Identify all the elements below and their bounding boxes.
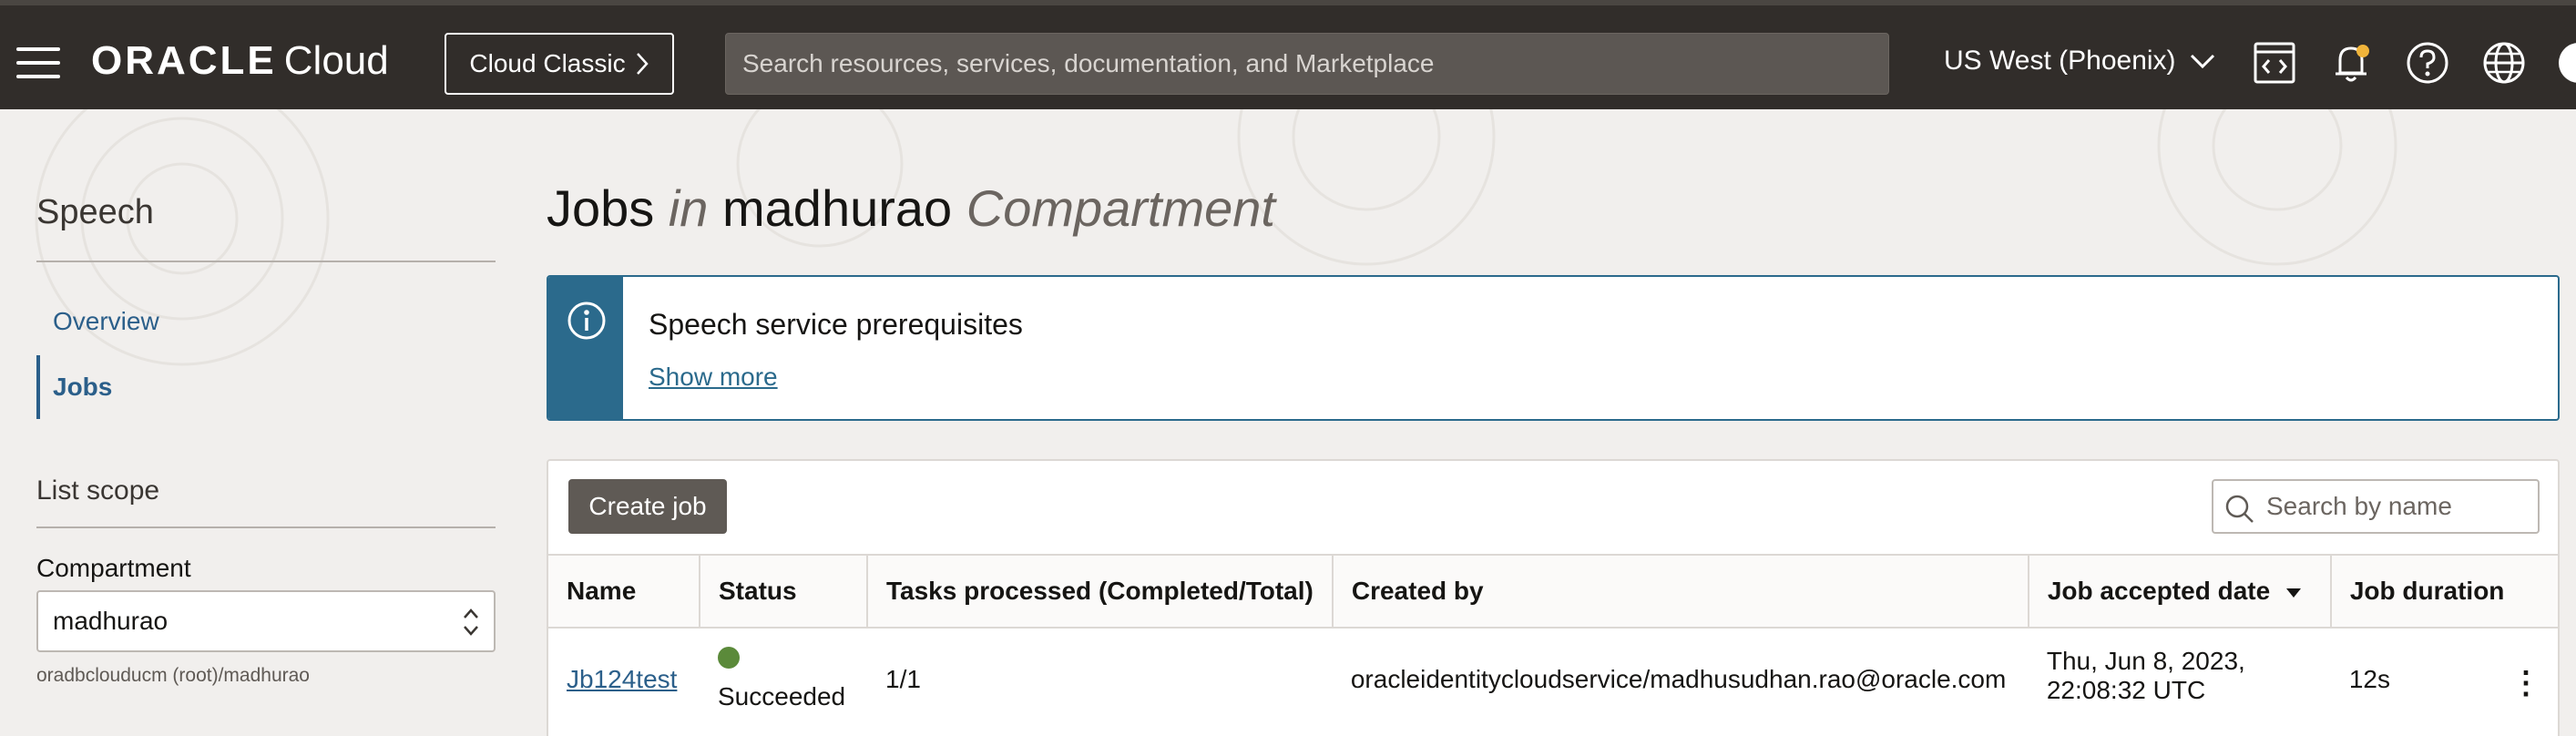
table-header-row: Name Status Tasks processed (Completed/T… bbox=[548, 554, 2558, 629]
profile-avatar-icon[interactable] bbox=[2556, 40, 2576, 86]
job-tasks: 1/1 bbox=[885, 665, 921, 693]
compartment-path: oradbclouducm (root)/madhurao bbox=[36, 665, 310, 686]
compartment-select[interactable]: madhurao bbox=[36, 590, 496, 652]
sidebar-divider bbox=[36, 261, 496, 262]
job-name-link[interactable]: Jb124test bbox=[567, 647, 677, 694]
column-header-duration[interactable]: Job duration bbox=[2330, 554, 2558, 629]
column-header-status[interactable]: Status bbox=[700, 554, 868, 629]
list-scope-divider bbox=[36, 526, 496, 528]
region-label: US West (Phoenix) bbox=[1944, 46, 2176, 76]
logo-brand: ORACLE bbox=[91, 38, 277, 83]
sort-descending-icon bbox=[2285, 588, 2301, 598]
cloud-classic-button[interactable]: Cloud Classic bbox=[445, 33, 674, 95]
jobs-table: Name Status Tasks processed (Completed/T… bbox=[548, 554, 2558, 730]
table-row: Jb124test Succeeded 1/1 oracleidentitycl… bbox=[548, 628, 2558, 730]
cloud-classic-label: Cloud Classic bbox=[469, 49, 626, 77]
column-header-accepted-date-label: Job accepted date bbox=[2047, 577, 2271, 605]
column-header-created-by[interactable]: Created by bbox=[1332, 554, 2029, 629]
language-globe-icon[interactable] bbox=[2481, 40, 2527, 86]
column-header-name[interactable]: Name bbox=[548, 554, 700, 629]
help-icon[interactable] bbox=[2405, 40, 2450, 86]
create-job-button[interactable]: Create job bbox=[568, 479, 727, 534]
job-accepted-date-line1: Thu, Jun 8, 2023, bbox=[2046, 647, 2245, 675]
chevron-down-icon bbox=[2190, 54, 2214, 69]
global-search-input[interactable]: Search resources, services, documentatio… bbox=[725, 33, 1889, 95]
prerequisites-info-banner: Speech service prerequisites Show more bbox=[547, 275, 2560, 421]
sidebar-item-label: Overview bbox=[53, 307, 159, 335]
menu-icon[interactable] bbox=[16, 47, 60, 78]
compartment-label: Compartment bbox=[36, 554, 191, 582]
column-header-accepted-date[interactable]: Job accepted date bbox=[2028, 554, 2332, 629]
page-title-in: in bbox=[668, 179, 709, 237]
job-status: Succeeded bbox=[718, 682, 846, 710]
sidebar-title: Speech bbox=[36, 193, 154, 231]
search-by-name-input[interactable]: Search by name bbox=[2212, 479, 2540, 534]
list-scope-heading: List scope bbox=[36, 475, 160, 506]
select-arrows-icon bbox=[464, 608, 478, 636]
jobs-table-panel: Create job Search by name Name Status Ta… bbox=[547, 459, 2560, 736]
status-succeeded-icon bbox=[718, 647, 740, 669]
job-accepted-date-line2: 22:08:32 UTC bbox=[2046, 676, 2206, 704]
info-banner-strip bbox=[548, 277, 623, 419]
row-actions-kebab-icon[interactable]: ⋮ bbox=[2510, 647, 2541, 701]
show-more-link[interactable]: Show more bbox=[649, 363, 778, 392]
top-navigation-bar: ORACLE Cloud Cloud Classic Search resourc… bbox=[0, 0, 2576, 109]
page-title: Jobs in madhurao Compartment bbox=[547, 179, 1275, 238]
info-banner-title: Speech service prerequisites bbox=[649, 308, 1023, 341]
notifications-bell-icon[interactable] bbox=[2328, 40, 2374, 86]
cloud-shell-icon[interactable] bbox=[2252, 40, 2297, 86]
search-by-name-placeholder: Search by name bbox=[2266, 492, 2452, 520]
page-title-compartment: Compartment bbox=[966, 179, 1275, 237]
column-header-tasks[interactable]: Tasks processed (Completed/Total) bbox=[867, 554, 1334, 629]
sidebar-item-label: Jobs bbox=[53, 373, 113, 401]
search-icon bbox=[2225, 495, 2254, 523]
compartment-value: madhurao bbox=[53, 607, 169, 635]
region-selector[interactable]: US West (Phoenix) bbox=[1944, 46, 2216, 77]
job-duration: 12s bbox=[2348, 665, 2391, 693]
global-search-placeholder: Search resources, services, documentatio… bbox=[742, 49, 1435, 77]
oracle-cloud-logo[interactable]: ORACLE Cloud bbox=[91, 38, 389, 84]
logo-product: Cloud bbox=[283, 38, 389, 83]
info-icon bbox=[567, 302, 606, 340]
sidebar-item-overview[interactable]: Overview bbox=[36, 290, 496, 353]
sidebar-item-jobs[interactable]: Jobs bbox=[36, 355, 496, 419]
page-title-jobs: Jobs bbox=[547, 179, 655, 237]
chevron-right-icon bbox=[636, 53, 649, 75]
page-title-compartment-name: madhurao bbox=[722, 179, 953, 237]
job-created-by: oracleidentitycloudservice/madhusudhan.r… bbox=[1350, 665, 2007, 693]
